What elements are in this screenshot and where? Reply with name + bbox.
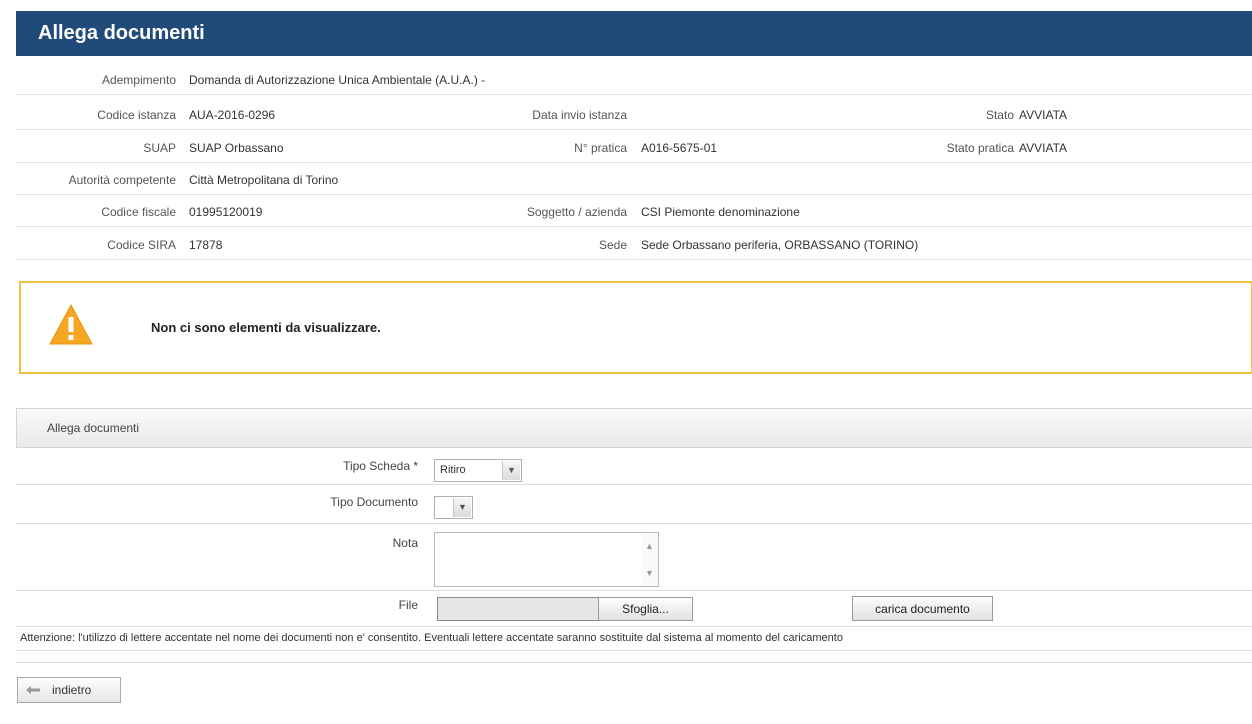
divider	[16, 484, 1252, 485]
info-row-codice-istanza: Codice istanza AUA-2016-0296 Data invio …	[16, 101, 1252, 130]
divider	[16, 590, 1252, 591]
back-arrow-icon	[26, 686, 40, 694]
soggetto-label: Soggetto / azienda	[526, 205, 627, 219]
section-title: Allega documenti	[47, 421, 140, 435]
codice-istanza-label: Codice istanza	[97, 108, 176, 122]
info-row-suap: SUAP SUAP Orbassano N° pratica A016-5675…	[16, 134, 1252, 163]
suap-label: SUAP	[143, 141, 176, 155]
codice-fiscale-value: 01995120019	[189, 205, 263, 219]
warning-icon	[49, 303, 93, 345]
autorita-value: Città Metropolitana di Torino	[189, 173, 339, 187]
back-button[interactable]: indietro	[17, 677, 121, 703]
empty-alert: Non ci sono elementi da visualizzare.	[19, 281, 1252, 374]
divider	[16, 650, 1252, 651]
upload-document-button[interactable]: carica documento	[852, 596, 993, 621]
scroll-up-icon: ▲	[645, 541, 654, 551]
stato-value: AVVIATA	[1019, 108, 1068, 122]
nota-label: Nota	[392, 536, 418, 550]
suap-value: SUAP Orbassano	[189, 141, 284, 155]
tipo-scheda-value: Ritiro	[440, 464, 466, 476]
back-label: indietro	[52, 683, 92, 697]
npratica-value: A016-5675-01	[641, 141, 718, 155]
divider	[16, 626, 1252, 627]
divider	[16, 523, 1252, 524]
info-row-autorita: Autorità competente Città Metropolitana …	[16, 166, 1252, 195]
page-header: Allega documenti	[16, 11, 1252, 56]
sede-value: Sede Orbassano periferia, ORBASSANO (TOR…	[641, 238, 919, 252]
info-row-adempimento: Adempimento Domanda di Autorizzazione Un…	[16, 66, 1252, 95]
data-invio-label: Data invio istanza	[532, 108, 627, 122]
info-row-codice-fiscale: Codice fiscale 01995120019 Soggetto / az…	[16, 198, 1252, 227]
browse-button[interactable]: Sfoglia...	[598, 597, 693, 621]
adempimento-label: Adempimento	[101, 73, 176, 87]
stato-label: Stato	[985, 108, 1014, 122]
autorita-label: Autorità competente	[68, 173, 176, 187]
codice-sira-label: Codice SIRA	[107, 238, 176, 252]
tipo-documento-select[interactable]: ▼	[434, 496, 473, 519]
tipo-documento-label: Tipo Documento	[330, 495, 418, 509]
nota-textarea[interactable]: ▲ ▼	[434, 532, 659, 587]
info-row-codice-sira: Codice SIRA 17878 Sede Sede Orbassano pe…	[16, 231, 1252, 260]
adempimento-value: Domanda di Autorizzazione Unica Ambienta…	[189, 73, 486, 87]
alert-message: Non ci sono elementi da visualizzare.	[151, 320, 381, 335]
scroll-down-icon: ▼	[645, 568, 654, 578]
tipo-scheda-label: Tipo Scheda *	[343, 459, 418, 473]
textarea-scrollbar[interactable]: ▲ ▼	[641, 533, 658, 586]
tipo-scheda-select[interactable]: Ritiro ▼	[434, 459, 522, 482]
npratica-label: N° pratica	[574, 141, 627, 155]
stato-pratica-label: Stato pratica	[946, 141, 1014, 155]
soggetto-value: CSI Piemonte denominazione	[641, 205, 800, 219]
chevron-down-icon: ▼	[502, 461, 520, 480]
accent-warning-note: Attenzione: l'utilizzo di lettere accent…	[20, 632, 843, 644]
file-label: File	[398, 598, 418, 612]
file-path-input[interactable]	[437, 597, 599, 621]
chevron-down-icon: ▼	[453, 498, 471, 517]
codice-sira-value: 17878	[189, 238, 223, 252]
sede-label: Sede	[598, 238, 627, 252]
stato-pratica-value: AVVIATA	[1019, 141, 1068, 155]
page-title: Allega documenti	[38, 22, 205, 44]
section-header: Allega documenti	[16, 408, 1252, 448]
codice-istanza-value: AUA-2016-0296	[189, 108, 276, 122]
codice-fiscale-label: Codice fiscale	[101, 205, 176, 219]
divider	[16, 662, 1252, 663]
